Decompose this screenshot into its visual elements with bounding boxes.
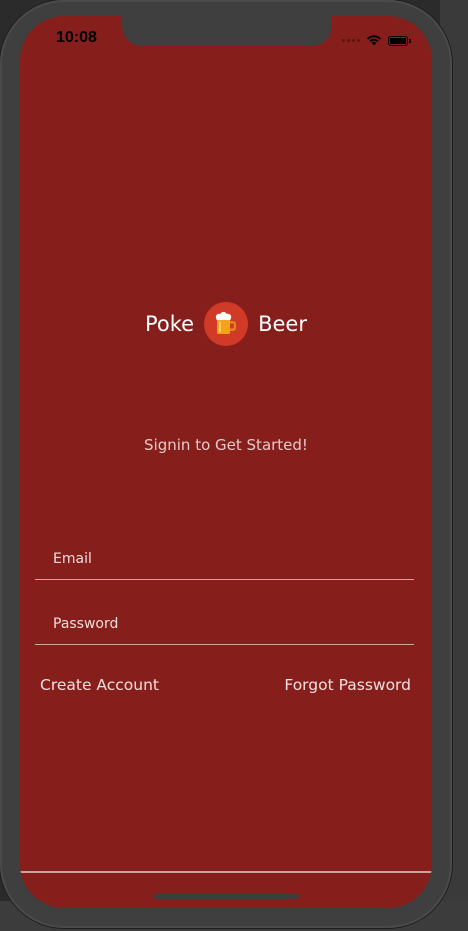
battery-icon xyxy=(388,35,411,46)
brand-word-right: Beer xyxy=(258,312,307,336)
password-input[interactable] xyxy=(53,612,393,636)
app-screen: 10:08 Poke Beer Signin to Get Started! E… xyxy=(20,16,432,908)
status-icons xyxy=(342,31,411,50)
iphone-device-frame: 10:08 Poke Beer Signin to Get Started! E… xyxy=(0,0,452,928)
status-time: 10:08 xyxy=(56,29,97,46)
app-logo: Poke Beer xyxy=(20,302,432,346)
bottom-divider xyxy=(20,871,432,873)
brand-word-left: Poke xyxy=(145,312,195,336)
signal-dots-icon xyxy=(342,39,360,42)
forgot-password-link[interactable]: Forgot Password xyxy=(284,676,411,694)
email-input[interactable] xyxy=(53,547,393,571)
create-account-link[interactable]: Create Account xyxy=(40,676,159,694)
email-field xyxy=(35,535,414,580)
wifi-icon xyxy=(366,31,382,50)
beer-mug-icon xyxy=(204,302,249,346)
device-notch xyxy=(122,16,332,46)
home-indicator[interactable] xyxy=(153,894,299,899)
signin-tagline: Signin to Get Started! xyxy=(144,436,308,454)
password-field xyxy=(35,600,414,645)
